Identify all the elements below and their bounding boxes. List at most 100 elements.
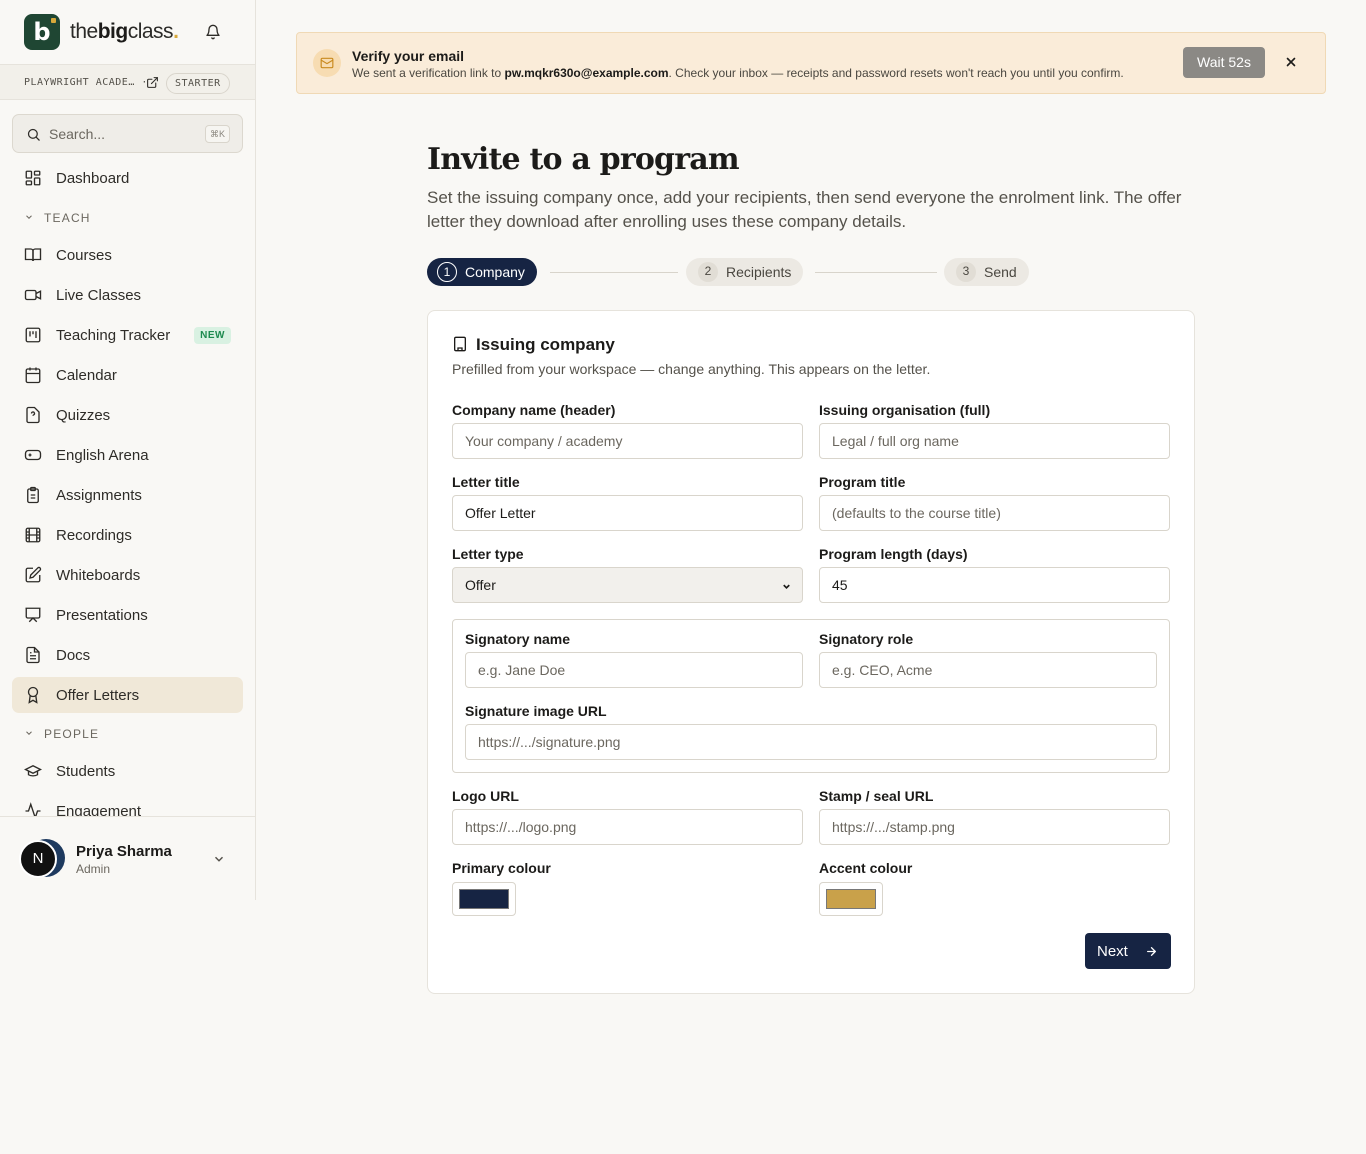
program-title-label: Program title xyxy=(819,474,906,490)
brand-logo: b xyxy=(24,14,60,50)
resend-wait-button[interactable]: Wait 52s xyxy=(1183,47,1265,78)
mail-icon xyxy=(313,49,341,77)
step-label: Send xyxy=(984,264,1017,280)
edit-icon xyxy=(25,566,42,583)
graduation-cap-icon xyxy=(24,764,42,777)
signatory-role-label: Signatory role xyxy=(819,631,914,647)
brand-name: thebigclass. xyxy=(70,20,179,44)
sidebar-item-students[interactable]: Students xyxy=(12,753,243,789)
sidebar-item-quizzes[interactable]: Quizzes xyxy=(12,397,243,433)
workspace-name: PLAYWRIGHT ACADE… · xyxy=(24,77,148,88)
sidebar-item-docs[interactable]: Docs xyxy=(12,637,243,673)
next-button-label: Next xyxy=(1097,942,1128,960)
logo-url-input[interactable] xyxy=(452,809,803,845)
sidebar-item-assignments[interactable]: Assignments xyxy=(12,477,243,513)
sidebar-item-label: Engagement xyxy=(56,802,142,817)
stamp-url-input[interactable] xyxy=(819,809,1170,845)
activity-icon xyxy=(25,802,41,816)
sidebar-item-label: Recordings xyxy=(56,526,132,544)
brand-logo-letter: b xyxy=(33,18,51,46)
issuing-company-card: Issuing company Prefilled from your work… xyxy=(427,310,1195,994)
signatory-name-input[interactable] xyxy=(465,652,803,688)
primary-colour-picker[interactable] xyxy=(452,882,516,916)
sidebar-item-presentations[interactable]: Presentations xyxy=(12,597,243,633)
calendar-icon xyxy=(25,367,41,384)
banner-title: Verify your email xyxy=(352,48,465,64)
sidebar-item-calendar[interactable]: Calendar xyxy=(12,357,243,393)
signatory-name-label: Signatory name xyxy=(465,631,571,647)
page-title: Invite to a program xyxy=(427,142,740,177)
user-role: Admin xyxy=(76,862,111,876)
external-link-icon[interactable] xyxy=(146,76,159,89)
sidebar-item-recordings[interactable]: Recordings xyxy=(12,517,243,553)
step-connector xyxy=(550,272,678,273)
workspace-switcher[interactable]: PLAYWRIGHT ACADE… · STARTER xyxy=(0,64,255,100)
book-icon xyxy=(24,248,42,262)
signatory-role-input[interactable] xyxy=(819,652,1157,688)
letter-type-select[interactable]: Offer xyxy=(452,567,803,603)
quiz-icon xyxy=(26,406,40,424)
stamp-url-label: Stamp / seal URL xyxy=(819,788,934,804)
step-send[interactable]: 3 Send xyxy=(944,258,1029,286)
dashboard-icon xyxy=(25,170,41,186)
building-icon xyxy=(454,336,466,352)
step-number: 3 xyxy=(956,262,976,282)
search-placeholder: Search... xyxy=(49,125,106,142)
banner-text-post: . Check your inbox — receipts and passwo… xyxy=(668,66,1124,80)
sidebar-item-engagement[interactable]: Engagement xyxy=(12,793,243,816)
search-input[interactable]: Search... ⌘K xyxy=(12,114,243,153)
sidebar-item-label: Teaching Tracker xyxy=(56,326,171,344)
sidebar-item-offer-letters[interactable]: Offer Letters xyxy=(12,677,243,713)
tracker-icon xyxy=(25,327,41,343)
user-menu[interactable]: N Priya Sharma Admin xyxy=(0,816,256,900)
accent-colour-picker[interactable] xyxy=(819,882,883,916)
sidebar-item-courses[interactable]: Courses xyxy=(12,237,243,273)
presentation-icon xyxy=(25,607,41,623)
primary-colour-swatch xyxy=(459,889,509,909)
arrow-right-icon xyxy=(1147,947,1156,956)
banner-email: pw.mqkr630o@example.com xyxy=(504,66,669,80)
video-icon xyxy=(24,289,42,301)
step-label: Recipients xyxy=(726,264,792,280)
step-number: 2 xyxy=(698,262,718,282)
brand[interactable]: b thebigclass. xyxy=(0,0,255,64)
gamepad-icon xyxy=(24,449,42,461)
sidebar-item-label: Assignments xyxy=(56,486,142,504)
step-company[interactable]: 1 Company xyxy=(427,258,537,286)
step-connector xyxy=(815,272,937,273)
sidebar-item-label: Live Classes xyxy=(56,286,142,304)
chevron-down-icon xyxy=(783,584,790,590)
sidebar-item-whiteboards[interactable]: Whiteboards xyxy=(12,557,243,593)
sidebar-item-label: Calendar xyxy=(56,366,117,384)
letter-title-input[interactable] xyxy=(452,495,803,531)
issuing-org-input[interactable] xyxy=(819,423,1170,459)
close-icon[interactable] xyxy=(1284,55,1298,69)
clipboard-icon xyxy=(27,486,39,504)
logo-url-label: Logo URL xyxy=(452,788,519,804)
verify-email-banner: Verify your email We sent a verification… xyxy=(296,32,1326,94)
program-title-input[interactable] xyxy=(819,495,1170,531)
sidebar-item-english-arena[interactable]: English Arena xyxy=(12,437,243,473)
section-people[interactable]: PEOPLE xyxy=(24,727,99,741)
sidebar-item-label: Quizzes xyxy=(56,406,111,424)
bell-icon[interactable] xyxy=(205,24,221,40)
sidebar-item-label: Courses xyxy=(56,246,112,264)
chevron-down-icon[interactable] xyxy=(212,852,226,866)
avatar: N xyxy=(19,840,57,878)
company-name-input[interactable] xyxy=(452,423,803,459)
sidebar-item-teaching-tracker[interactable]: Teaching Tracker NEW xyxy=(12,317,243,353)
program-length-input[interactable] xyxy=(819,567,1170,603)
section-people-label: PEOPLE xyxy=(44,727,100,741)
next-button[interactable]: Next xyxy=(1085,933,1171,969)
section-teach[interactable]: TEACH xyxy=(24,211,91,225)
step-recipients[interactable]: 2 Recipients xyxy=(686,258,804,286)
sidebar-item-label: English Arena xyxy=(56,446,149,464)
signature-url-input[interactable] xyxy=(465,724,1157,760)
sidebar-item-dashboard[interactable]: Dashboard xyxy=(12,160,243,196)
new-badge: NEW xyxy=(194,327,231,344)
sidebar-item-label: Students xyxy=(56,762,116,780)
signature-url-label: Signature image URL xyxy=(465,703,607,719)
banner-text-pre: We sent a verification link to xyxy=(352,66,505,80)
sidebar-item-live-classes[interactable]: Live Classes xyxy=(12,277,243,313)
search-icon xyxy=(27,128,40,141)
